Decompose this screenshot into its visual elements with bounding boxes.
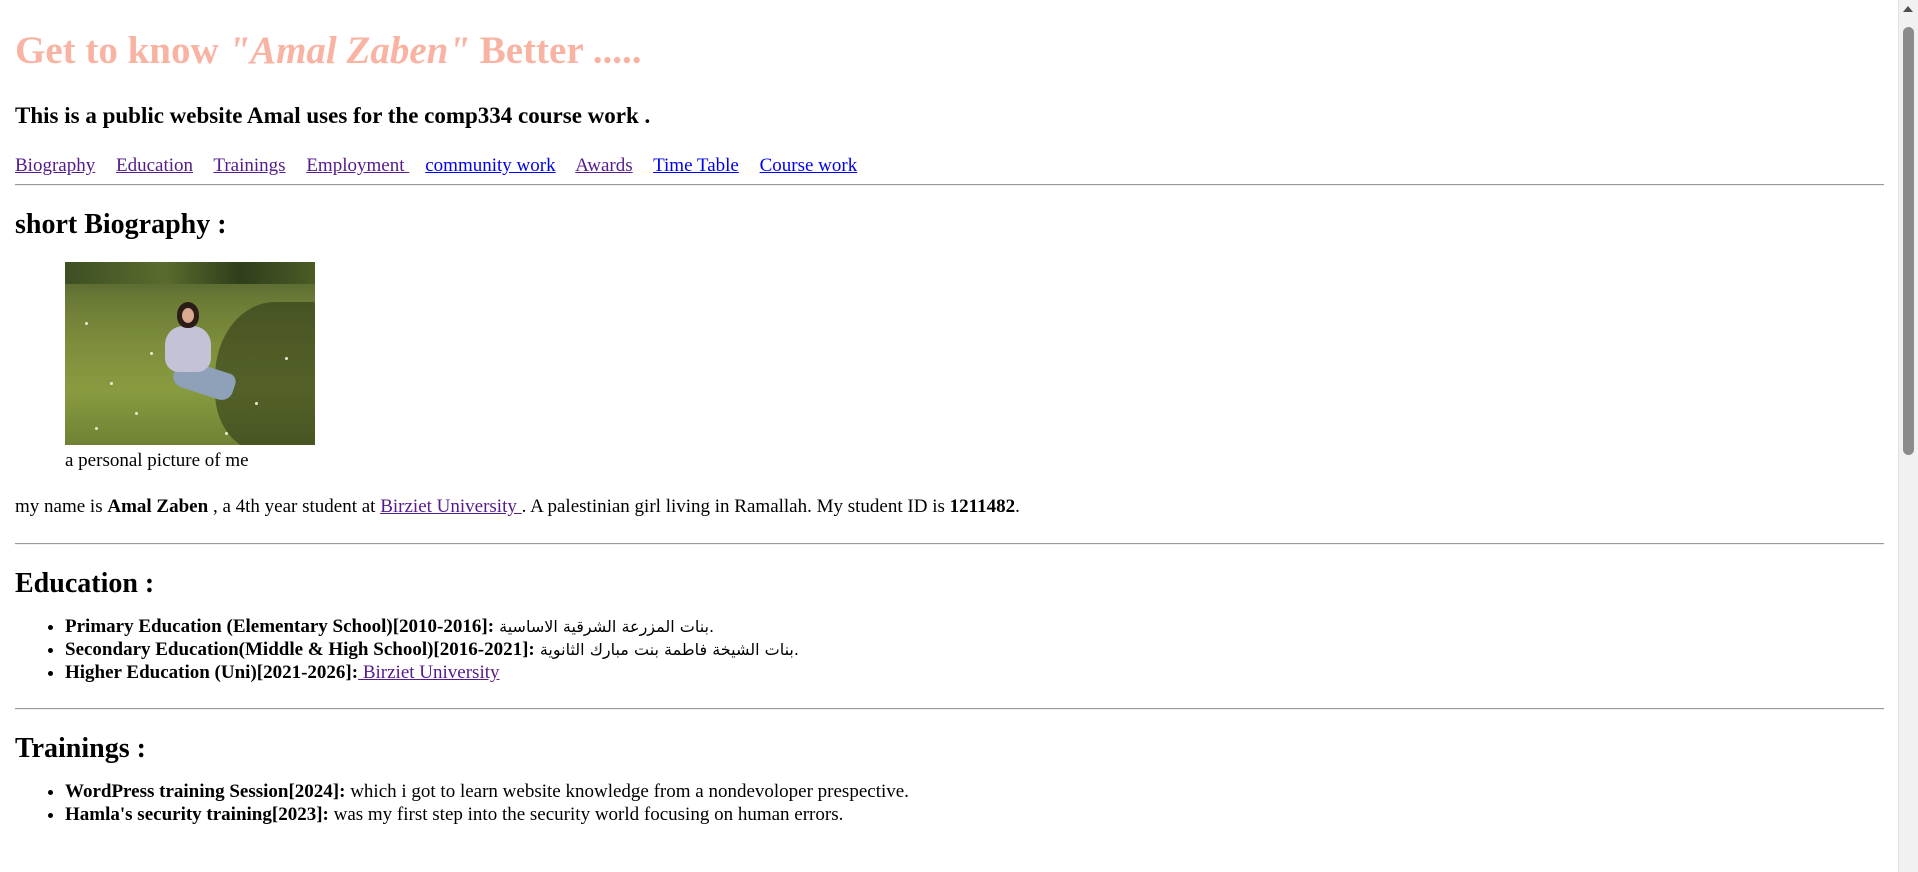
training-item-value: which i got to learn website knowledge f… [345,781,909,802]
photo-flower [85,322,88,325]
training-item-label: WordPress training Session[2024]: [65,781,346,802]
title-name: "Amal Zaben" [228,29,470,72]
photo-flower [110,382,113,385]
education-item-value: بنات الشيخة فاطمة بنت مبارك الثانوية. [534,640,799,659]
nav-link-course-work[interactable]: Course work [760,155,858,176]
education-list: Primary Education (Elementary School)[20… [15,615,1884,684]
biography-heading: short Biography : [15,209,227,240]
education-item-label: Primary Education (Elementary School)[20… [65,616,495,637]
education-item-value: بنات المزرعة الشرقية الاساسية. [494,617,715,636]
browser-viewport: Get to know "Amal Zaben" Better ..... Th… [0,0,1899,872]
list-item: Secondary Education(Middle & High School… [65,638,1884,661]
training-item-value: was my first step into the security worl… [328,804,844,825]
nav-link-time-table[interactable]: Time Table [653,155,739,176]
student-id: 1211482 [949,496,1016,517]
photo-person-body [165,326,211,372]
photo-background-hill [65,262,315,284]
page-subtitle: This is a public website Amal uses for t… [15,103,651,128]
photo-flower [255,402,258,405]
photo-caption: a personal picture of me [65,450,249,471]
photo-flower [285,357,288,360]
nav-bar: Biography Education Trainings Employment… [15,154,1884,178]
bio-text-part: . A palestinian girl living in Ramallah.… [521,496,950,517]
education-item-label: Secondary Education(Middle & High School… [65,639,535,660]
list-item: Primary Education (Elementary School)[20… [65,615,1884,638]
education-item-label: Higher Education (Uni)[2021-2026]: [65,662,359,683]
divider [15,543,1884,545]
arrow-up-icon[interactable] [1903,6,1913,12]
personal-photo [65,262,315,445]
trainings-list: WordPress training Session[2024]: which … [15,780,1884,826]
university-link[interactable]: Birziet University [358,662,500,683]
list-item: Higher Education (Uni)[2021-2026]: Birzi… [65,661,1884,684]
photo-person-face [182,308,194,323]
biography-text: my name is Amal Zaben , a 4th year stude… [15,495,1884,519]
photo-flower [95,427,98,430]
list-item: WordPress training Session[2024]: which … [65,780,1884,803]
page-content: Get to know "Amal Zaben" Better ..... Th… [0,26,1899,826]
nav-link-community-work[interactable]: community work [425,155,555,176]
nav-link-education[interactable]: Education [116,155,193,176]
personal-photo-figure: a personal picture of me [65,262,1884,473]
nav-link-trainings[interactable]: Trainings [213,155,285,176]
page-title: Get to know "Amal Zaben" Better ..... [15,26,1884,76]
divider [15,708,1884,710]
list-item: Hamla's security training[2023]: was my … [65,803,1884,826]
bio-text-part: . [1015,496,1020,517]
divider [15,184,1884,186]
nav-link-awards[interactable]: Awards [575,155,632,176]
university-link[interactable]: Birziet University [380,496,521,517]
nav-link-biography[interactable]: Biography [15,155,95,176]
nav-link-employment[interactable]: Employment [306,155,409,176]
title-suffix: Better ..... [469,29,642,72]
title-prefix: Get to know [15,29,229,72]
photo-flower [150,352,153,355]
photo-flower [225,432,228,435]
bio-name: Amal Zaben [107,496,209,517]
bio-text-part: , a 4th year student at [208,496,381,517]
scrollbar-thumb[interactable] [1903,27,1914,455]
photo-flower [135,412,138,415]
bio-text-part: my name is [15,496,108,517]
training-item-label: Hamla's security training[2023]: [65,804,329,825]
education-heading: Education : [15,568,155,599]
vertical-scrollbar[interactable] [1898,0,1918,872]
trainings-heading: Trainings : [15,733,146,764]
